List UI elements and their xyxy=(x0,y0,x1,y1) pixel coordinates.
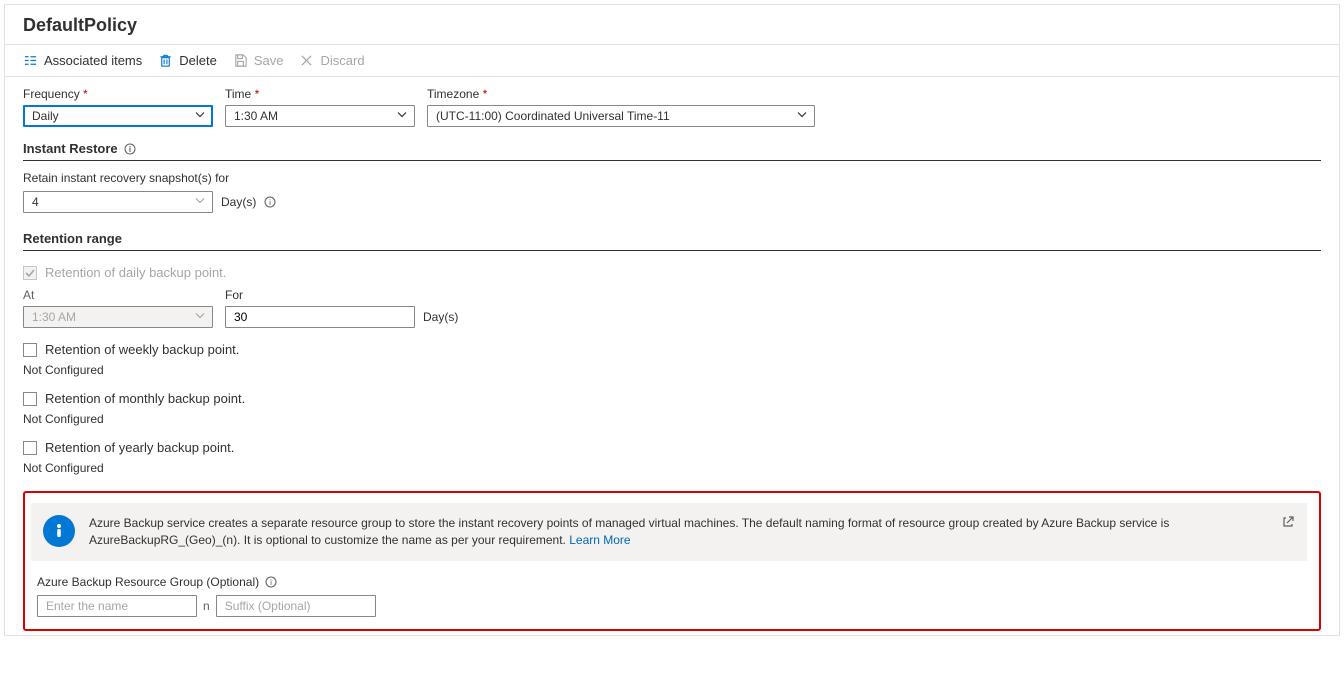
monthly-retention-row: Retention of monthly backup point. xyxy=(23,391,1321,406)
for-input[interactable] xyxy=(225,306,415,328)
at-label: At xyxy=(23,288,213,302)
info-icon[interactable]: i xyxy=(264,196,276,208)
svg-text:i: i xyxy=(129,145,131,154)
info-icon xyxy=(43,515,75,547)
discard-button[interactable]: Discard xyxy=(299,53,364,68)
rg-suffix-input[interactable] xyxy=(216,595,376,617)
associated-items-button[interactable]: Associated items xyxy=(23,53,142,68)
save-label: Save xyxy=(254,53,284,68)
info-banner: Azure Backup service creates a separate … xyxy=(31,503,1307,561)
retain-snapshot-value: 4 xyxy=(32,195,39,209)
frequency-select[interactable]: Daily xyxy=(23,105,213,127)
yearly-not-configured: Not Configured xyxy=(23,461,1321,475)
time-value: 1:30 AM xyxy=(234,109,278,123)
at-value: 1:30 AM xyxy=(32,310,76,324)
associated-items-label: Associated items xyxy=(44,53,142,68)
info-text: Azure Backup service creates a separate … xyxy=(89,515,1295,549)
discard-label: Discard xyxy=(320,53,364,68)
chevron-down-icon xyxy=(396,109,408,124)
retain-snapshot-label: Retain instant recovery snapshot(s) for xyxy=(23,171,1321,185)
chevron-down-icon xyxy=(796,109,808,124)
list-icon xyxy=(23,53,38,68)
info-icon[interactable]: i xyxy=(124,143,136,155)
close-icon xyxy=(299,53,314,68)
timezone-select[interactable]: (UTC-11:00) Coordinated Universal Time-1… xyxy=(427,105,815,127)
weekly-retention-checkbox[interactable] xyxy=(23,343,37,357)
at-select: 1:30 AM xyxy=(23,306,213,328)
retain-snapshot-select[interactable]: 4 xyxy=(23,191,213,213)
section-divider xyxy=(23,250,1321,251)
resource-group-label: Azure Backup Resource Group (Optional) i xyxy=(37,575,1307,589)
retention-range-heading: Retention range xyxy=(23,231,1321,246)
yearly-retention-checkbox[interactable] xyxy=(23,441,37,455)
frequency-value: Daily xyxy=(32,109,59,123)
monthly-retention-checkbox[interactable] xyxy=(23,392,37,406)
yearly-retention-row: Retention of yearly backup point. xyxy=(23,440,1321,455)
resource-group-section: Azure Backup service creates a separate … xyxy=(23,491,1321,631)
learn-more-link[interactable]: Learn More xyxy=(569,533,630,547)
page-title: DefaultPolicy xyxy=(23,15,1321,36)
monthly-retention-label: Retention of monthly backup point. xyxy=(45,391,245,406)
chevron-down-icon xyxy=(194,195,206,210)
weekly-not-configured: Not Configured xyxy=(23,363,1321,377)
for-label: For xyxy=(225,288,458,302)
daily-retention-row: Retention of daily backup point. xyxy=(23,265,1321,280)
delete-label: Delete xyxy=(179,53,217,68)
instant-restore-heading: Instant Restore i xyxy=(23,141,1321,156)
chevron-down-icon xyxy=(194,109,206,124)
info-icon[interactable]: i xyxy=(265,576,277,588)
weekly-retention-row: Retention of weekly backup point. xyxy=(23,342,1321,357)
monthly-not-configured: Not Configured xyxy=(23,412,1321,426)
trash-icon xyxy=(158,53,173,68)
yearly-retention-label: Retention of yearly backup point. xyxy=(45,440,234,455)
command-bar: Associated items Delete Save Discard xyxy=(5,45,1339,77)
retain-snapshot-unit: Day(s) xyxy=(221,195,256,209)
section-divider xyxy=(23,160,1321,161)
timezone-label: Timezone * xyxy=(427,87,815,101)
rg-separator: n xyxy=(203,599,210,613)
delete-button[interactable]: Delete xyxy=(158,53,217,68)
save-button[interactable]: Save xyxy=(233,53,284,68)
schedule-row: Frequency * Daily Time * 1:30 AM xyxy=(23,87,1321,127)
time-label: Time * xyxy=(225,87,415,101)
time-select[interactable]: 1:30 AM xyxy=(225,105,415,127)
rg-prefix-input[interactable] xyxy=(37,595,197,617)
daily-retention-config-row: At 1:30 AM For Day(s) xyxy=(23,288,1321,328)
timezone-value: (UTC-11:00) Coordinated Universal Time-1… xyxy=(436,109,670,123)
svg-text:i: i xyxy=(270,578,272,587)
daily-retention-label: Retention of daily backup point. xyxy=(45,265,226,280)
page-header: DefaultPolicy xyxy=(5,5,1339,45)
weekly-retention-label: Retention of weekly backup point. xyxy=(45,342,239,357)
save-icon xyxy=(233,53,248,68)
daily-retention-checkbox xyxy=(23,266,37,280)
resource-group-inputs: n xyxy=(37,595,1307,617)
svg-text:i: i xyxy=(269,198,271,207)
external-link-icon[interactable] xyxy=(1281,515,1295,532)
chevron-down-icon xyxy=(194,310,206,325)
frequency-label: Frequency * xyxy=(23,87,213,101)
for-unit: Day(s) xyxy=(423,310,458,324)
retain-snapshot-row: 4 Day(s) i xyxy=(23,191,1321,213)
